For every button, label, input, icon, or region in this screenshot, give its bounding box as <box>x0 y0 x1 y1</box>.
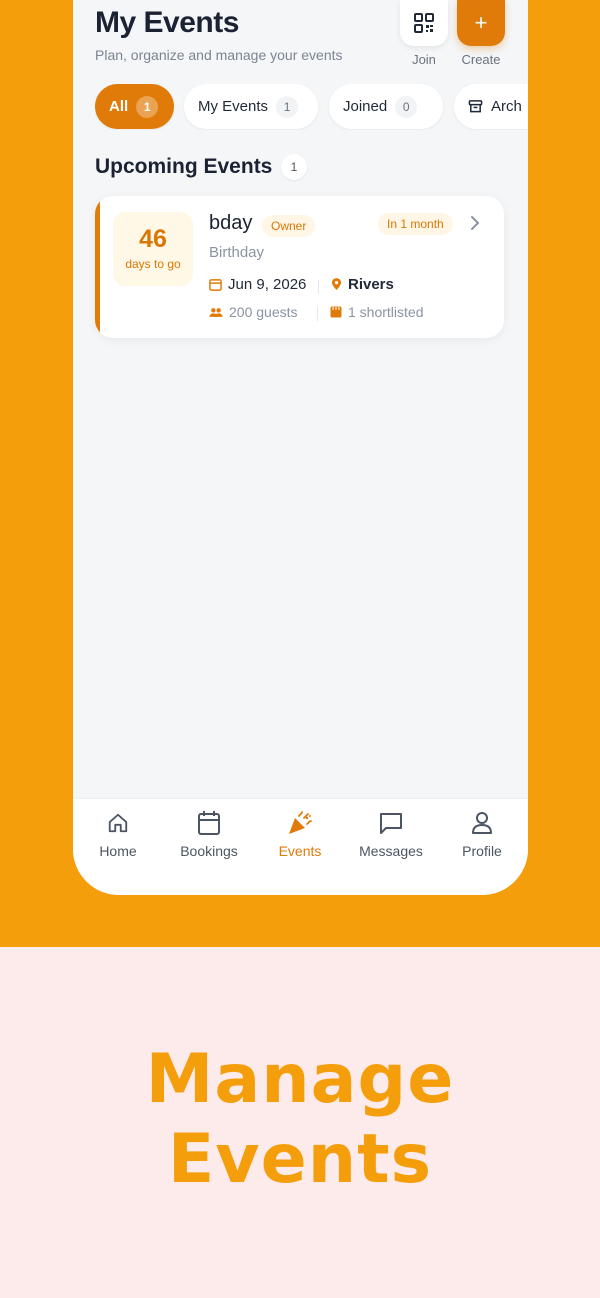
clapperboard-icon <box>330 306 342 318</box>
event-card[interactable]: 46 days to go bday Owner In 1 month Birt… <box>95 196 504 338</box>
calendar-icon <box>209 279 222 291</box>
nav-home[interactable]: Home <box>78 809 158 859</box>
create-button[interactable]: + <box>457 0 505 46</box>
nav-events-label: Events <box>278 843 322 859</box>
event-date: Jun 9, 2026 <box>209 276 306 293</box>
tab-my-events[interactable]: My Events 1 <box>184 84 318 129</box>
filter-tabs: All 1 My Events 1 Joined 0 Arch <box>95 84 528 130</box>
tab-count-badge: 1 <box>136 95 159 118</box>
meta-divider <box>317 307 318 321</box>
days-label: days to go <box>125 257 181 271</box>
user-icon <box>472 812 492 834</box>
nav-home-label: Home <box>99 843 137 859</box>
tab-all[interactable]: All 1 <box>95 84 174 129</box>
calendar-icon <box>198 811 220 835</box>
location-pin-icon <box>331 278 342 290</box>
chevron-right-icon <box>471 216 479 230</box>
nav-bookings[interactable]: Bookings <box>169 809 249 859</box>
plus-icon: + <box>474 10 488 35</box>
join-label: Join <box>412 52 436 67</box>
event-location-text: Rivers <box>348 276 394 293</box>
event-guests-text: 200 guests <box>229 304 298 320</box>
days-count: 46 <box>139 225 167 253</box>
role-badge: Owner <box>262 215 316 237</box>
event-type: Birthday <box>209 244 265 261</box>
section-count-badge: 1 <box>281 154 307 180</box>
time-until-badge: In 1 month <box>378 213 453 235</box>
countdown-box: 46 days to go <box>113 212 193 286</box>
tab-label: All <box>109 98 129 115</box>
event-location: Rivers <box>331 276 394 293</box>
create-label: Create <box>461 52 501 67</box>
party-popper-icon <box>289 811 312 834</box>
promo-line-2: Events <box>167 1120 433 1199</box>
home-icon <box>108 813 128 833</box>
tab-count-badge: 0 <box>395 95 418 118</box>
tab-label: Joined <box>343 98 388 115</box>
promo-headline: Manage Events <box>0 1040 600 1200</box>
archive-icon <box>468 100 483 113</box>
nav-messages[interactable]: Messages <box>351 809 431 859</box>
guests-icon <box>209 307 223 317</box>
page-subtitle: Plan, organize and manage your events <box>95 47 343 63</box>
qr-code-icon <box>414 13 434 33</box>
section-title: Upcoming Events <box>95 155 273 178</box>
tab-label: Arch <box>491 98 522 115</box>
tab-archived[interactable]: Arch <box>454 84 528 129</box>
nav-events[interactable]: Events <box>260 809 340 859</box>
promo-line-1: Manage <box>145 1040 455 1119</box>
phone-screen: My Events Plan, organize and manage your… <box>73 0 528 895</box>
page-title: My Events <box>95 6 239 39</box>
nav-profile[interactable]: Profile <box>442 809 522 859</box>
event-shortlisted: 1 shortlisted <box>330 304 423 320</box>
bottom-nav: Home Bookings Events Messages Profile <box>73 798 528 895</box>
card-accent-bar <box>95 196 100 338</box>
message-icon <box>380 813 402 834</box>
join-button[interactable] <box>400 0 448 46</box>
event-date-text: Jun 9, 2026 <box>228 276 307 293</box>
nav-profile-label: Profile <box>462 843 502 859</box>
meta-divider <box>318 280 319 294</box>
tab-label: My Events <box>198 98 269 115</box>
tab-joined[interactable]: Joined 0 <box>329 84 443 129</box>
event-shortlisted-text: 1 shortlisted <box>348 304 424 320</box>
event-guests: 200 guests <box>209 304 298 320</box>
tab-count-badge: 1 <box>276 95 299 118</box>
nav-bookings-label: Bookings <box>180 843 238 859</box>
event-name: bday <box>209 212 253 234</box>
nav-messages-label: Messages <box>359 843 423 859</box>
